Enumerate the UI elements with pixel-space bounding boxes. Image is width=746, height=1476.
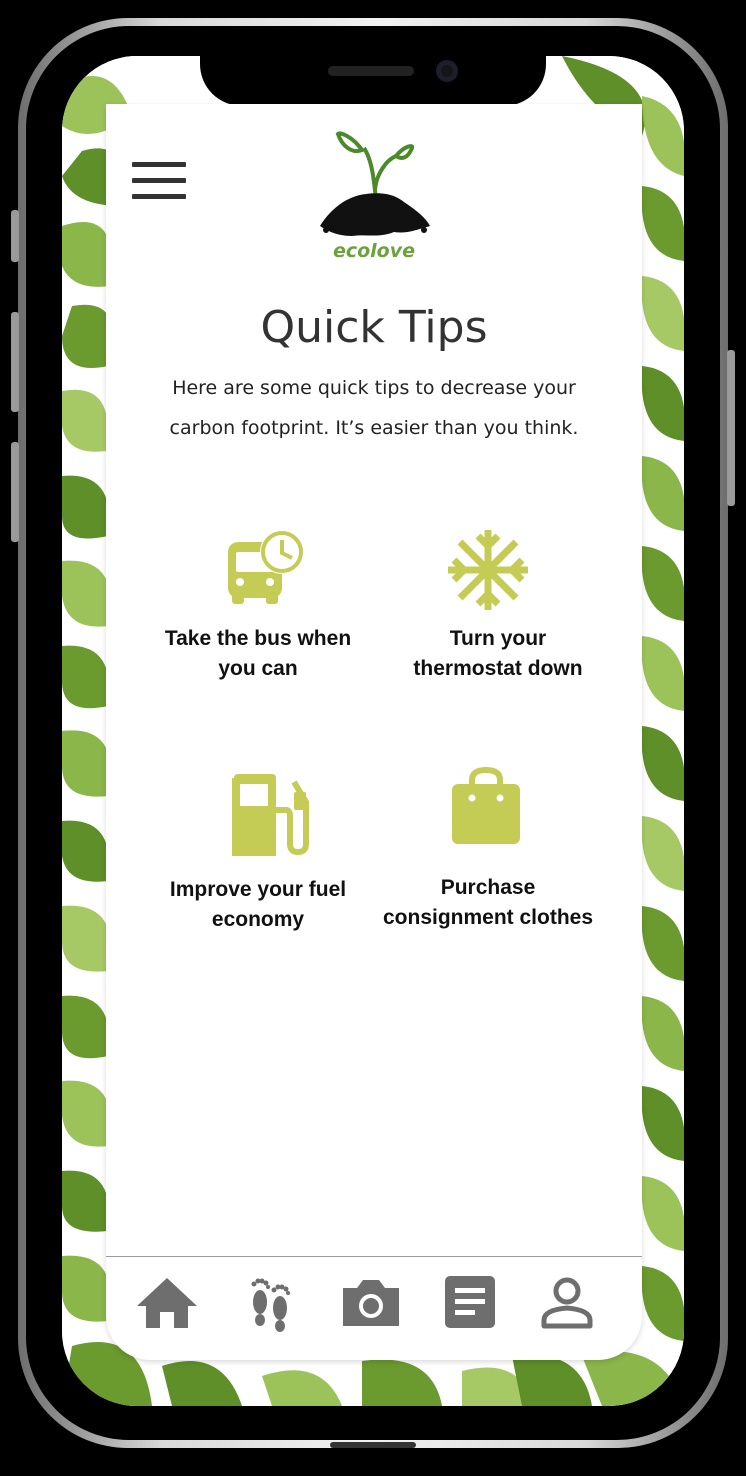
tip-label-line: Turn your [449,627,547,650]
menu-icon-bar-bottom [132,194,186,199]
page-title: Quick Tips [260,302,488,353]
bottom-nav-divider [106,1256,642,1257]
logo-text: ecolove [332,240,416,262]
nav-home-button[interactable] [135,1272,199,1336]
tip-label-line: you can [218,657,298,680]
camera-icon [343,1280,399,1326]
nav-articles-button[interactable] [438,1272,502,1336]
shopping-bag-icon [452,766,520,844]
tip-label-line: thermostat down [413,657,583,680]
profile-icon [541,1277,593,1329]
home-icon [137,1278,197,1328]
tip-label-line: Take the bus when [164,627,352,650]
tip-label-line: Improve your fuel [169,878,347,901]
article-icon [445,1276,495,1328]
snowflake-icon [448,530,528,610]
bus-clock-icon [228,530,304,604]
tip-label-line: economy [211,908,305,931]
mute-switch [11,210,19,262]
footprints-icon [251,1278,290,1332]
nav-camera-button[interactable] [339,1272,403,1336]
tip-label-line: Purchase [440,876,536,899]
ecolove-logo-icon [320,131,430,236]
nav-footprint-button[interactable] [238,1272,302,1336]
home-indicator [330,1442,416,1448]
page-subtitle: Here are some quick tips to decrease you… [169,377,579,439]
tip-label-fuel: Improve your fuel economy [142,875,374,935]
front-camera [436,60,458,82]
volume-down-button [11,442,19,542]
tip-label-clothes: Purchase consignment clothes [372,873,604,933]
content-card [106,104,642,1360]
volume-up-button [11,312,19,412]
tip-label-thermostat: Turn your thermostat down [382,624,614,684]
hamburger-menu-button[interactable] [132,162,186,202]
tip-label-line: consignment clothes [382,906,594,929]
fuel-pump-icon [232,774,309,856]
speaker-grille [328,66,414,76]
nav-profile-button[interactable] [535,1272,599,1336]
menu-icon-bar-middle [132,178,186,183]
tip-label-bus: Take the bus when you can [142,624,374,684]
menu-icon-bar-top [132,162,186,167]
power-button [727,350,735,506]
phone-notch [200,44,546,106]
